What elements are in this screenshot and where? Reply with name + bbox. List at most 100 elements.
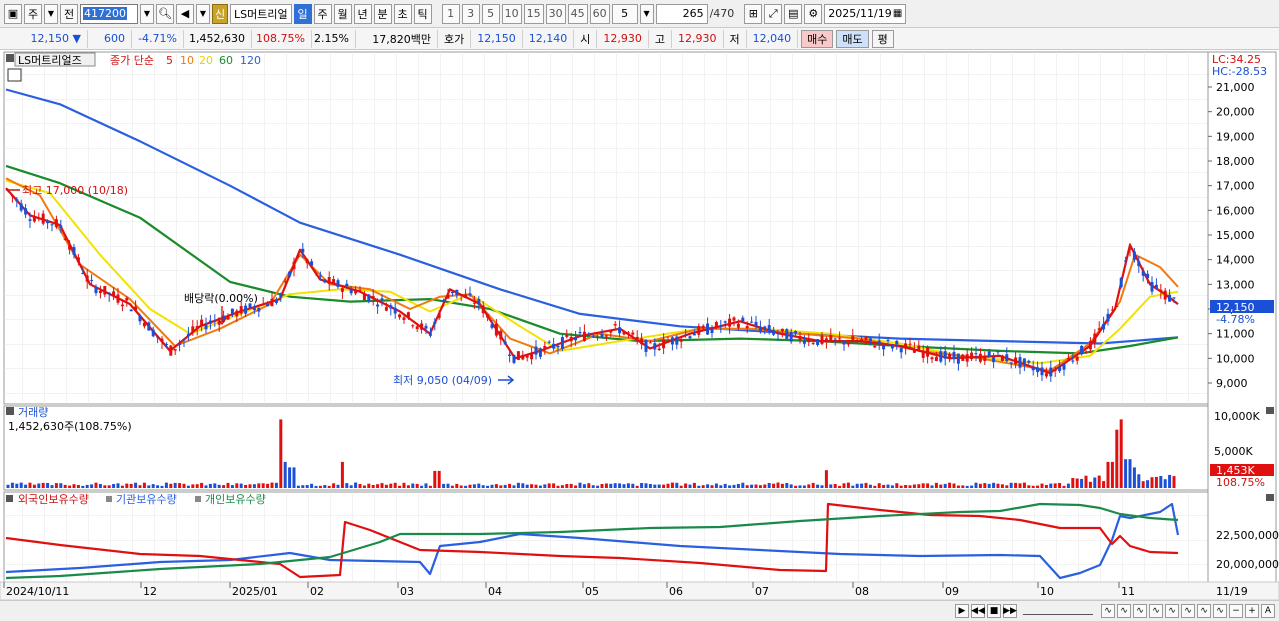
interval-button-10[interactable]: 10 [501,3,522,24]
ma20-label[interactable]: 20 [199,54,213,67]
volume-bar [794,485,798,488]
candle-body [314,272,318,274]
volume-bar [763,484,767,488]
candle-body [1102,324,1106,330]
ma5-label[interactable]: 5 [166,54,173,67]
interval-button-3[interactable]: 3 [461,3,480,24]
candle-body [741,317,745,322]
chevron-down-icon[interactable]: ▼ [639,3,654,24]
candle-body [538,348,542,357]
candle-body [1119,277,1123,288]
volume-bar [930,485,934,488]
period-day-button[interactable]: 일 [293,3,312,24]
interval-button-60[interactable]: 60 [589,3,610,24]
top-toolbar: ▣ 주 ▼ 전 417200 ▼ 🔍︎ ◀ ▼ 신 LS머트리얼 일 주 월 년… [0,0,1279,28]
period-second-button[interactable]: 초 [393,3,412,24]
candle-body [820,335,824,344]
gear-icon[interactable]: ⚙ [804,3,823,24]
fast-forward-icon[interactable]: ▶▶ [1003,604,1017,618]
candle-body [208,320,212,324]
period-month-button[interactable]: 월 [333,3,352,24]
candle-body [983,355,987,361]
ma10-label[interactable]: 10 [180,54,194,67]
interval-button-15[interactable]: 15 [523,3,544,24]
volume-bar [635,485,639,488]
save-icon[interactable]: ▤ [784,3,803,24]
stock-code-input[interactable]: 417200 [80,3,138,24]
volume-bar [1066,483,1070,488]
candle-body [1040,367,1044,376]
buy-button[interactable]: 매수 [801,29,834,48]
rewind-icon[interactable]: ◀◀ [971,604,985,618]
volume-bar [992,482,996,488]
chart-type-icon[interactable]: ∿ [1165,604,1179,618]
window-icon[interactable]: ▣ [4,3,22,24]
candle-body [635,336,639,340]
period-year-button[interactable]: 년 [353,3,372,24]
chevron-down-icon[interactable]: ▼ [44,3,58,24]
period-tick-button[interactable]: 틱 [413,3,432,24]
prev-button[interactable]: 전 [60,3,78,24]
count-input[interactable]: 265 [655,3,708,24]
grid-icon[interactable]: ⊞ [744,3,763,24]
chart-type-icon[interactable]: ∿ [1213,604,1227,618]
candle-body [94,286,98,294]
search-icon[interactable]: 🔍︎ [156,3,174,24]
panel-close-icon[interactable] [1266,407,1274,414]
volume-bar [657,484,661,488]
zoom-slider[interactable] [1023,607,1093,615]
chart-type-icon[interactable]: ∿ [1149,604,1163,618]
volume-bar [824,470,828,488]
volume-bar [560,485,564,488]
speaker-icon[interactable]: ◀ [176,3,194,24]
price-tick-label: 9,000 [1216,377,1248,390]
panel-close-icon[interactable] [1266,494,1274,501]
volume-bar [987,483,991,488]
volume-bar [94,482,98,488]
volume-bar [178,483,182,488]
interval-button-45[interactable]: 45 [567,3,588,24]
chart-type-icon[interactable]: ∿ [1117,604,1131,618]
zoom-out-icon[interactable]: − [1229,604,1243,618]
calendar-icon[interactable]: ▦ [893,8,902,19]
sell-button[interactable]: 매도 [836,29,869,48]
chart-area[interactable]: LS머트리얼즈 종가 단순 5 10 20 60 120 21,000 20,00… [0,50,1279,601]
candle-body [437,313,441,319]
font-size-icon[interactable]: A [1261,604,1275,618]
candle-body [776,333,780,335]
period-minute-button[interactable]: 분 [373,3,392,24]
chart-canvas[interactable]: LS머트리얼즈 종가 단순 5 10 20 60 120 21,000 20,00… [0,50,1279,601]
candle-body [200,319,204,326]
calendar-icon[interactable] [7,68,22,82]
date-input[interactable]: 2025/11/19 ▦ [824,3,907,24]
expand-icon[interactable]: ⤢ [764,3,783,24]
scroll-right-icon[interactable]: ▶ [955,604,969,618]
stop-icon[interactable]: ■ [987,604,1001,618]
volume-bar [112,484,116,488]
market-select[interactable]: 주 [24,3,42,24]
zoom-in-icon[interactable]: + [1245,604,1259,618]
period-week-button[interactable]: 주 [313,3,332,24]
chart-type-icon[interactable]: ∿ [1133,604,1147,618]
chart-type-icon[interactable]: ∿ [1197,604,1211,618]
candle-body [934,356,938,361]
volume-bar [811,482,815,488]
trade-amount: 17,820백만 [356,29,438,48]
volume-bar [138,485,142,488]
pyeong-button[interactable]: 평 [871,29,894,48]
chart-type-icon[interactable]: ∿ [1181,604,1195,618]
interval-input[interactable]: 5 [611,3,638,24]
interval-button-1[interactable]: 1 [441,3,460,24]
chevron-down-icon[interactable]: ▼ [196,3,210,24]
chart-type-icon[interactable]: ∿ [1101,604,1115,618]
ma60-label[interactable]: 60 [219,54,233,67]
candle-body [754,321,758,327]
ma120-label[interactable]: 120 [240,54,261,67]
chevron-down-icon[interactable]: ▼ [140,3,154,24]
interval-button-30[interactable]: 30 [545,3,566,24]
volume-ratio: 108.75% [252,29,312,48]
interval-button-5[interactable]: 5 [481,3,500,24]
volume-bar [829,484,833,488]
x-tick-label: 10 [1040,585,1054,598]
candle-body [798,335,802,340]
